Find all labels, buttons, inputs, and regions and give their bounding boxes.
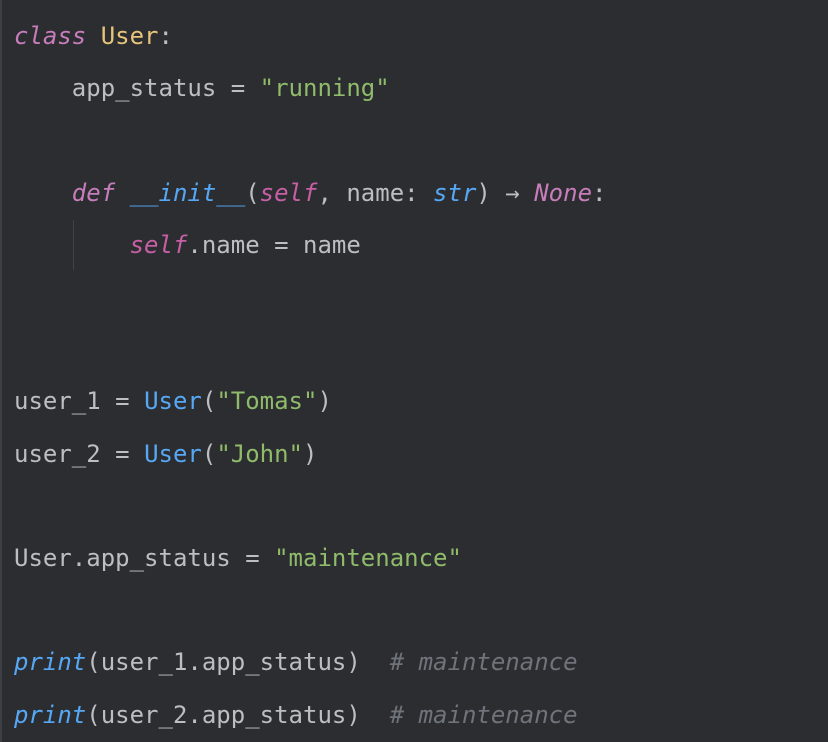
code-editor[interactable]: class User: app_status = "running" def _… xyxy=(0,0,828,742)
code-token-punc xyxy=(361,648,390,676)
code-token-call: User xyxy=(144,439,202,468)
code-token-var: (user_2.app_status) xyxy=(86,700,361,729)
code-line[interactable]: print(user_1.app_status) # maintenance xyxy=(14,636,578,688)
code-token-comment: # maintenance xyxy=(389,700,578,729)
code-token-self: self xyxy=(129,230,188,259)
code-token-var: (user_1.app_status) xyxy=(86,648,361,677)
code-token-punc xyxy=(130,440,144,468)
code-token-op: = xyxy=(115,439,130,468)
code-token-punc xyxy=(260,544,274,572)
code-token-kw: def xyxy=(71,178,116,207)
code-token-var: user_2 xyxy=(14,439,116,468)
code-token-call: User xyxy=(144,387,202,416)
code-token-op: = xyxy=(274,230,289,259)
code-line[interactable]: print(user_2.app_status) # maintenance xyxy=(14,689,578,741)
code-token-punc: ) xyxy=(303,439,318,468)
code-token-punc: : xyxy=(158,22,173,50)
code-token-op: = xyxy=(245,544,260,572)
code-token-str: "John" xyxy=(216,439,304,468)
code-token-builtin: print xyxy=(14,700,87,729)
code-token-dunder: __init__ xyxy=(129,178,246,207)
code-token-op: = xyxy=(115,387,130,416)
code-token-var: name xyxy=(288,230,361,259)
code-token-var: .name xyxy=(187,230,275,259)
code-token-punc xyxy=(245,74,259,102)
code-line[interactable]: app_status = "running" xyxy=(14,62,390,114)
code-token-var: , name: xyxy=(317,178,434,207)
code-token-self: self xyxy=(259,178,318,207)
code-token-var: app_status xyxy=(14,74,231,103)
code-token-type: str xyxy=(433,178,477,207)
code-token-punc xyxy=(14,179,72,207)
code-token-punc xyxy=(361,701,390,729)
code-token-punc: ) xyxy=(476,178,506,207)
code-line[interactable]: User.app_status = "maintenance" xyxy=(14,532,462,584)
code-token-str: "running" xyxy=(259,74,390,103)
code-token-punc: ( xyxy=(201,439,217,468)
code-token-punc: : xyxy=(592,178,607,207)
code-token-op: = xyxy=(230,74,246,103)
code-line[interactable]: user_1 = User("Tomas") xyxy=(14,375,332,427)
code-token-punc: ( xyxy=(245,178,260,207)
code-token-str: "maintenance" xyxy=(274,544,462,572)
code-token-cls: User xyxy=(100,22,159,50)
code-token-var: User.app_status xyxy=(14,544,246,572)
code-token-var: user_1 xyxy=(14,387,116,416)
code-token-none: None xyxy=(534,178,593,207)
code-token-punc: ) xyxy=(317,387,332,416)
code-line[interactable]: def __init__(self, name: str) → None: xyxy=(14,167,607,219)
code-token-str: "Tomas" xyxy=(216,387,318,416)
code-token-punc xyxy=(86,22,100,50)
code-token-op: → xyxy=(505,178,520,207)
code-token-punc xyxy=(115,179,129,207)
code-token-punc: ( xyxy=(201,387,217,416)
code-token-builtin: print xyxy=(14,648,87,677)
code-token-comment: # maintenance xyxy=(389,648,578,677)
code-token-punc xyxy=(520,179,534,207)
code-token-punc xyxy=(14,231,130,259)
code-line[interactable]: class User: xyxy=(14,10,173,62)
code-line[interactable]: self.name = name xyxy=(14,219,361,271)
code-token-kw: class xyxy=(14,22,87,50)
code-line[interactable]: user_2 = User("John") xyxy=(14,428,317,480)
code-token-punc xyxy=(130,387,144,415)
